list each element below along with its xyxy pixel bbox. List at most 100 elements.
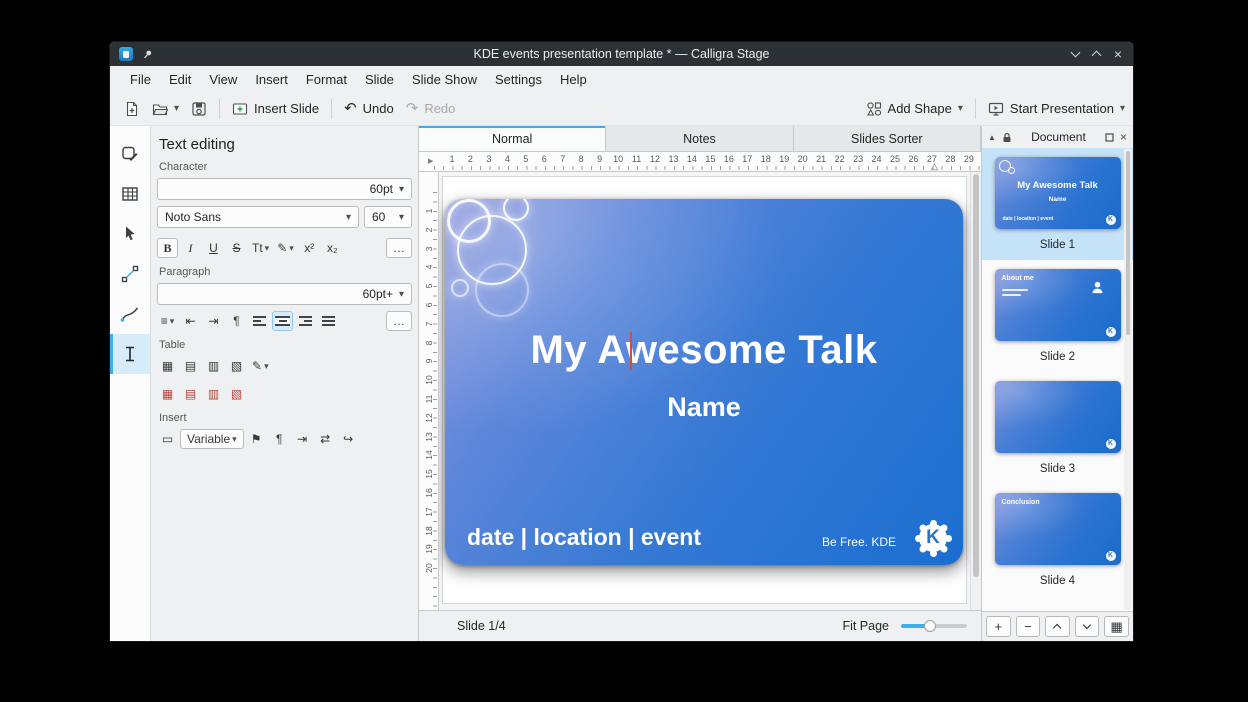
open-document-button[interactable]: ▾ <box>146 97 185 121</box>
paragraph-more-button[interactable]: … <box>386 311 412 331</box>
italic-button[interactable]: I <box>180 238 201 258</box>
zoom-slider-handle[interactable] <box>924 620 936 632</box>
menu-item-edit[interactable]: Edit <box>160 69 200 90</box>
scrollbar-thumb[interactable] <box>973 174 979 577</box>
change-case-button[interactable]: Tt▾ <box>249 238 272 258</box>
save-button[interactable] <box>185 97 213 121</box>
menu-item-view[interactable]: View <box>200 69 246 90</box>
character-style-combobox[interactable]: 60pt ▾ <box>157 178 412 200</box>
zoom-slider[interactable] <box>901 624 967 628</box>
insert-tab-button[interactable]: ⇥ <box>292 429 313 449</box>
character-more-button[interactable]: … <box>386 238 412 258</box>
insert-text-frame-button[interactable]: ▭ <box>157 429 178 449</box>
slide-subtitle-textbox[interactable]: Name <box>445 392 963 423</box>
insert-special-character-button[interactable]: ¶ <box>269 429 290 449</box>
slide-thumbnail-4[interactable]: Conclusion K Slide 4 <box>982 484 1133 596</box>
docker-header[interactable]: ▲ Document × <box>982 126 1133 148</box>
h-ruler-number: 26 <box>908 154 918 164</box>
slide-canvas[interactable]: My Awesome Talk Name date | location | e… <box>439 172 970 610</box>
close-docker-icon[interactable]: × <box>1120 132 1127 142</box>
insert-bookmark-button[interactable]: ⚑ <box>246 429 267 449</box>
open-recent-chevron-icon[interactable]: ▾ <box>174 103 179 114</box>
toolbar-overflow-icon[interactable]: ▾ <box>1120 103 1125 114</box>
insert-table-button[interactable]: ▦ <box>157 356 178 376</box>
tab-notes[interactable]: Notes <box>606 126 793 151</box>
superscript-button[interactable]: x² <box>299 238 320 258</box>
tab-normal[interactable]: Normal <box>419 126 606 151</box>
collapse-arrow-icon[interactable]: ▲ <box>988 133 996 142</box>
text-tool-button[interactable] <box>110 334 150 374</box>
new-document-button[interactable] <box>118 97 146 121</box>
lock-icon[interactable] <box>1002 132 1012 143</box>
align-right-button[interactable] <box>295 311 316 331</box>
menu-item-file[interactable]: File <box>121 69 160 90</box>
bold-button[interactable]: B <box>157 238 178 258</box>
thumbnail-view-options-button[interactable]: ▦ <box>1104 616 1129 637</box>
shade-window-icon[interactable] <box>1070 48 1080 58</box>
subscript-button[interactable]: x₂ <box>322 238 343 258</box>
docker-scrollbar[interactable] <box>1124 149 1132 610</box>
slide-thumbnail-3[interactable]: K Slide 3 <box>982 372 1133 484</box>
move-slide-up-button[interactable] <box>1045 616 1070 637</box>
slide-editor[interactable]: My Awesome Talk Name date | location | e… <box>445 199 963 565</box>
path-tool-button[interactable] <box>110 294 150 334</box>
add-shape-button[interactable]: Add Shape ▾ <box>860 97 969 121</box>
menu-item-settings[interactable]: Settings <box>486 69 551 90</box>
align-center-button[interactable] <box>272 311 293 331</box>
insert-slide-button[interactable]: Insert Slide <box>226 97 325 121</box>
close-window-icon[interactable]: × <box>1114 49 1122 59</box>
decrease-indent-button[interactable]: ⇤ <box>180 311 201 331</box>
menu-item-slide-show[interactable]: Slide Show <box>403 69 486 90</box>
paragraph-format-button[interactable]: ¶ <box>226 311 247 331</box>
zoom-mode-label[interactable]: Fit Page <box>842 619 889 633</box>
paragraph-style-combobox[interactable]: 60pt + ▾ <box>157 283 412 305</box>
strikethrough-button[interactable]: S <box>226 238 247 258</box>
delete-column-button[interactable]: ▥ <box>203 384 224 404</box>
vertical-ruler[interactable]: 1234567891011121314151617181920 <box>419 172 439 610</box>
maximize-window-icon[interactable] <box>1091 51 1101 61</box>
add-slide-button[interactable]: + <box>986 616 1011 637</box>
selection-tool-button[interactable] <box>110 214 150 254</box>
shapes-tool-button[interactable] <box>110 134 150 174</box>
float-docker-icon[interactable] <box>1105 133 1114 142</box>
align-justify-button[interactable] <box>318 311 339 331</box>
merge-cells-button[interactable]: ▧ <box>226 356 247 376</box>
insert-swap-button[interactable]: ⇄ <box>315 429 336 449</box>
increase-indent-button[interactable]: ⇥ <box>203 311 224 331</box>
table-border-pen-button[interactable]: ✎▾ <box>249 356 272 376</box>
slide-footer-textbox[interactable]: date | location | event <box>467 524 701 551</box>
titlebar[interactable]: KDE events presentation template * — Cal… <box>110 42 1133 66</box>
slide-title-textbox[interactable]: My Awesome Talk <box>445 328 963 373</box>
variable-button[interactable]: Variable▾ <box>180 429 244 449</box>
insert-row-button[interactable]: ▤ <box>180 356 201 376</box>
undo-button[interactable]: ↶ Undo <box>338 97 400 120</box>
canvas-vertical-scrollbar[interactable] <box>970 172 981 610</box>
slide-thumbnail-1[interactable]: My Awesome Talk Name date | location | e… <box>982 148 1133 260</box>
slide-thumbnail-2[interactable]: About me K Slide 2 <box>982 260 1133 372</box>
insert-link-button[interactable]: ↪ <box>338 429 359 449</box>
line-spacing-button[interactable]: ≡▾ <box>157 311 178 331</box>
move-slide-down-button[interactable] <box>1075 616 1100 637</box>
split-cells-button[interactable]: ▧ <box>226 384 247 404</box>
tab-slides-sorter[interactable]: Slides Sorter <box>794 126 981 151</box>
start-presentation-button[interactable]: Start Presentation <box>982 97 1120 121</box>
underline-button[interactable]: U <box>203 238 224 258</box>
font-size-combobox[interactable]: 60 ▾ <box>364 206 412 228</box>
menu-item-insert[interactable]: Insert <box>246 69 297 90</box>
insert-column-button[interactable]: ▥ <box>203 356 224 376</box>
menu-item-slide[interactable]: Slide <box>356 69 403 90</box>
horizontal-ruler[interactable]: ▶ △ 123456789101112131415161718192021222… <box>419 152 981 172</box>
delete-table-button[interactable]: ▦ <box>157 384 178 404</box>
menu-item-help[interactable]: Help <box>551 69 596 90</box>
align-left-button[interactable] <box>249 311 270 331</box>
table-tool-button[interactable] <box>110 174 150 214</box>
font-family-combobox[interactable]: Noto Sans ▾ <box>157 206 359 228</box>
connector-tool-button[interactable] <box>110 254 150 294</box>
scrollbar-thumb[interactable] <box>1126 151 1130 335</box>
menu-item-format[interactable]: Format <box>297 69 356 90</box>
delete-slide-button[interactable]: − <box>1016 616 1041 637</box>
delete-row-button[interactable]: ▤ <box>180 384 201 404</box>
redo-button[interactable]: ↷ Redo <box>400 97 462 120</box>
ruler-corner-marker: ▶ <box>428 157 433 165</box>
highlight-color-button[interactable]: ✎▾ <box>274 238 297 258</box>
